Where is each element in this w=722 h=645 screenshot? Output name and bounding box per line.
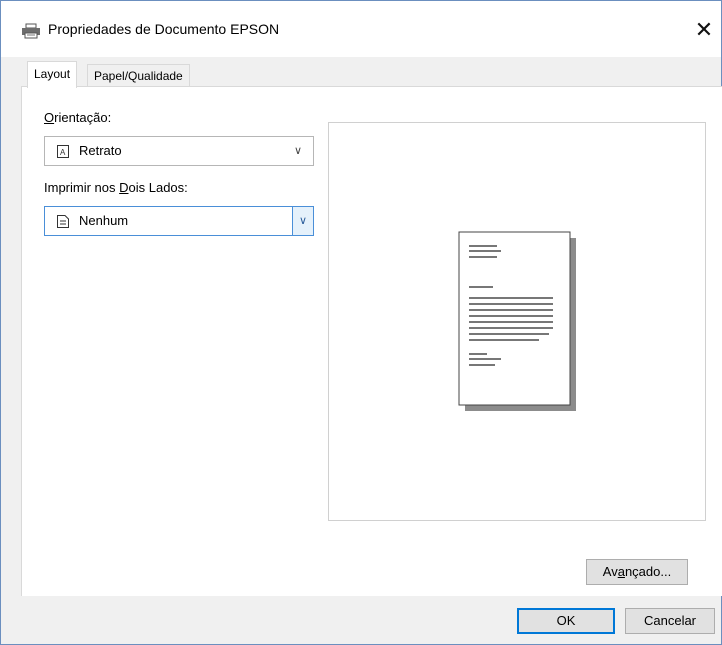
- portrait-page-icon: A: [57, 145, 69, 158]
- advanced-label-post: nçado...: [624, 564, 672, 579]
- duplex-label-text-end: ois Lados:: [128, 180, 188, 195]
- duplex-label-text: Imprimir nos: [44, 180, 120, 195]
- duplex-dropdown[interactable]: Nenhum ∨: [44, 206, 314, 236]
- advanced-label-pre: Av: [602, 564, 618, 579]
- close-button[interactable]: ✕: [689, 15, 719, 45]
- ok-button[interactable]: OK: [517, 608, 615, 634]
- duplex-value: Nenhum: [79, 213, 129, 228]
- tab-strip: Layout Papel/Qualidade: [1, 57, 721, 88]
- tab-layout[interactable]: Layout: [27, 61, 78, 88]
- window-title: Propriedades de Documento EPSON: [48, 21, 280, 37]
- page-preview: [458, 231, 576, 411]
- orientation-dropdown[interactable]: A Retrato ∨: [44, 136, 314, 166]
- layout-tab-panel: Orientação: A Retrato ∨ Imprimir nos Doi…: [21, 86, 722, 596]
- chevron-down-icon: ∨: [293, 145, 303, 157]
- orientation-accel: O: [44, 110, 55, 125]
- chevron-down-icon[interactable]: ∨: [292, 207, 313, 235]
- duplex-label: Imprimir nos Dois Lados:: [44, 180, 188, 195]
- orientation-label-text: rientação:: [54, 110, 112, 125]
- cancel-button[interactable]: Cancelar: [625, 608, 715, 634]
- close-icon: ✕: [694, 17, 714, 42]
- tab-paper-quality[interactable]: Papel/Qualidade: [87, 64, 190, 87]
- duplex-accel: D: [119, 180, 129, 195]
- orientation-value: Retrato: [79, 143, 122, 158]
- advanced-button[interactable]: Avançado...: [586, 559, 688, 585]
- document-properties-dialog: Propriedades de Documento EPSON ✕ Layout…: [0, 0, 722, 645]
- svg-text:A: A: [60, 148, 66, 157]
- printer-icon: [22, 23, 40, 39]
- title-bar: Propriedades de Documento EPSON ✕: [1, 1, 721, 57]
- page-preview-panel: [328, 122, 706, 521]
- single-page-icon: [57, 215, 69, 228]
- advanced-accel: a: [617, 564, 625, 579]
- orientation-label: Orientação:: [44, 110, 111, 125]
